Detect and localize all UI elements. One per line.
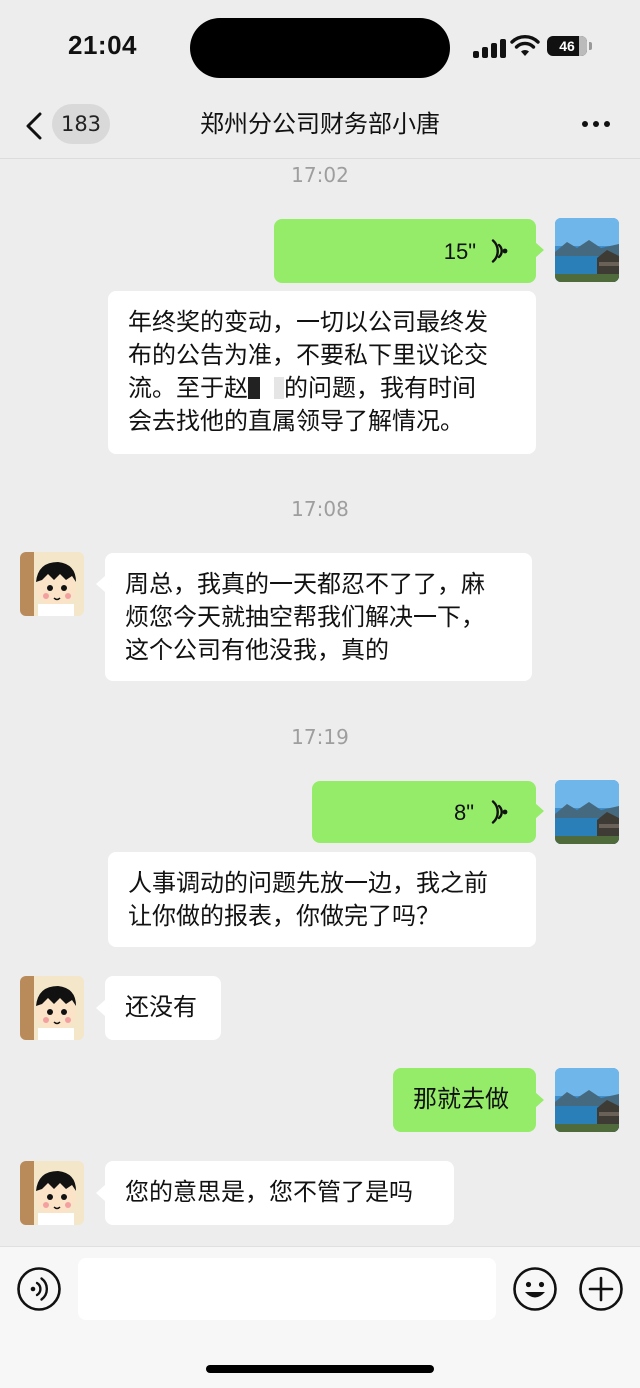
message-bubble[interactable]: 还没有 <box>105 976 221 1040</box>
timestamp: 17:02 <box>291 163 349 187</box>
voice-wave-icon <box>491 239 508 263</box>
more-icon[interactable] <box>578 112 614 136</box>
lake-photo-icon <box>555 780 619 844</box>
message-bubble[interactable]: 人事调动的问题先放一边，我之前 让你做的报表，你做完了吗？ <box>108 852 536 947</box>
voice-message[interactable]: 8" <box>312 781 536 843</box>
message-bubble[interactable]: 年终奖的变动，一切以公司最终发 布的公告为准，不要私下里议论交 流。至于赵 的问题… <box>108 291 536 454</box>
plus-icon[interactable] <box>578 1266 624 1312</box>
message-input[interactable] <box>78 1258 496 1320</box>
battery-icon: 46 <box>547 36 587 56</box>
message-bubble[interactable]: 那就去做 <box>393 1068 536 1132</box>
dynamic-island <box>190 18 450 78</box>
message-bubble[interactable]: 周总，我真的一天都忍不了了，麻 烦您今天就抽空帮我们解决一下， 这个公司有他没我… <box>105 553 532 681</box>
voice-input-icon[interactable] <box>16 1266 62 1312</box>
timestamp: 17:08 <box>291 497 349 521</box>
status-bar: 21:04 46 <box>0 0 640 96</box>
cartoon-boy-icon <box>20 1161 84 1225</box>
back-icon[interactable] <box>22 106 52 146</box>
avatar-contact[interactable] <box>20 552 84 616</box>
signal-icon <box>473 38 507 58</box>
unread-count-badge[interactable]: 183 <box>52 104 110 144</box>
lake-photo-icon <box>555 1068 619 1132</box>
voice-duration: 15" <box>443 239 476 264</box>
voice-wave-icon <box>491 800 508 824</box>
voice-duration: 8" <box>453 800 474 825</box>
home-indicator[interactable] <box>206 1365 434 1373</box>
avatar-contact[interactable] <box>20 1161 84 1225</box>
cartoon-boy-icon <box>20 552 84 616</box>
battery-level: 46 <box>559 38 575 54</box>
voice-message[interactable]: 15" <box>274 219 536 283</box>
status-time: 21:04 <box>68 30 137 60</box>
redacted-block <box>248 377 284 399</box>
avatar-self[interactable] <box>555 218 619 282</box>
wifi-icon <box>510 35 540 56</box>
avatar-self[interactable] <box>555 1068 619 1132</box>
lake-photo-icon <box>555 218 619 282</box>
cartoon-boy-icon <box>20 976 84 1040</box>
avatar-self[interactable] <box>555 780 619 844</box>
timestamp: 17:19 <box>291 725 349 749</box>
avatar-contact[interactable] <box>20 976 84 1040</box>
emoji-icon[interactable] <box>512 1266 558 1312</box>
message-bubble[interactable]: 您的意思是，您不管了是吗 <box>105 1161 454 1225</box>
chat-header: 郑州分公司财务部小唐 183 <box>0 96 640 159</box>
